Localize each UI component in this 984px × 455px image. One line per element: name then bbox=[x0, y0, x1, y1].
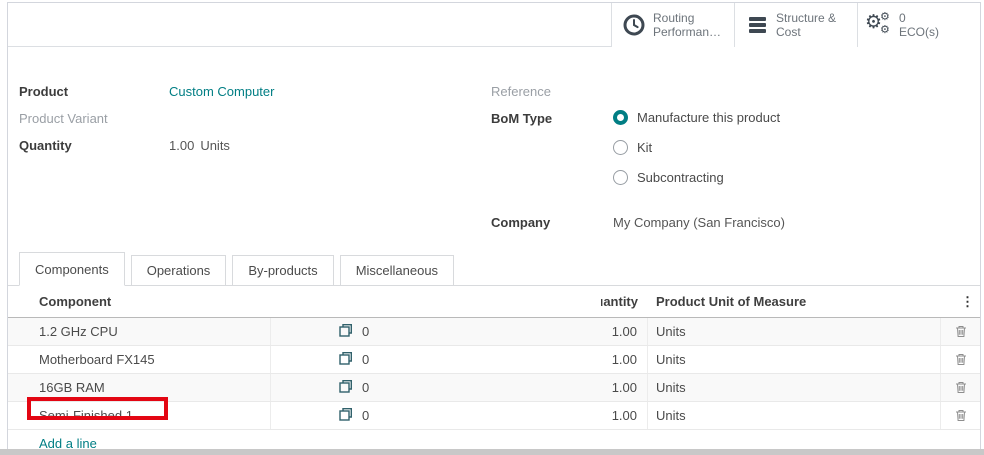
company-value[interactable]: My Company (San Francisco) bbox=[613, 214, 785, 230]
component-name-cell[interactable]: Semi-Finished 1 bbox=[8, 402, 271, 429]
bom-form-window: RoutingPerforman… Structure &Cost ⚙⚙⚙ 0E… bbox=[7, 2, 981, 449]
form-right-column: Reference BoM Type Manufacture this prod… bbox=[491, 83, 961, 241]
company-field-row: Company My Company (San Francisco) bbox=[491, 214, 961, 241]
forecast-report-icon bbox=[339, 407, 353, 424]
radio-selected-icon bbox=[613, 110, 628, 125]
component-name-cell[interactable]: 1.2 GHz CPU bbox=[8, 318, 271, 345]
forecast-cell[interactable]: 0 bbox=[271, 318, 601, 345]
forecast-cell[interactable]: 0 bbox=[271, 402, 601, 429]
stat-button-bar: RoutingPerforman… Structure &Cost ⚙⚙⚙ 0E… bbox=[8, 3, 980, 47]
table-row: Motherboard FX145 0 1.00 Units bbox=[8, 346, 980, 374]
product-value-link[interactable]: Custom Computer bbox=[169, 83, 274, 99]
clock-icon bbox=[620, 13, 648, 37]
quantity-unit: Units bbox=[200, 138, 230, 153]
bom-type-radio-group: Manufacture this product Kit Subcontract… bbox=[613, 110, 780, 200]
quantity-value[interactable]: 1.00Units bbox=[169, 137, 230, 153]
notebook-tabs: Components Operations By-products Miscel… bbox=[8, 252, 980, 286]
form-left-column: Product Custom Computer Product Variant … bbox=[19, 83, 459, 164]
forecast-cell[interactable]: 0 bbox=[271, 346, 601, 373]
bottom-edge-bar bbox=[0, 449, 984, 455]
radio-kit[interactable]: Kit bbox=[613, 140, 780, 155]
components-table: Component Quantity Product Unit of Measu… bbox=[8, 286, 980, 455]
column-options-icon[interactable]: ⋮ bbox=[961, 297, 974, 307]
delete-row-button[interactable] bbox=[941, 318, 981, 345]
uom-cell[interactable]: Units bbox=[648, 318, 941, 345]
bom-type-field-row: BoM Type Manufacture this product Kit Su… bbox=[491, 110, 961, 200]
tab-components[interactable]: Components bbox=[19, 252, 125, 286]
delete-row-button[interactable] bbox=[941, 346, 981, 373]
radio-subcontracting[interactable]: Subcontracting bbox=[613, 170, 780, 185]
uom-cell[interactable]: Units bbox=[648, 346, 941, 373]
header-forecast bbox=[271, 286, 601, 317]
stat-button-label: 0ECO(s) bbox=[899, 11, 939, 39]
header-options: ⋮ bbox=[941, 286, 981, 317]
header-uom[interactable]: Product Unit of Measure bbox=[648, 286, 941, 317]
component-name-cell[interactable]: Motherboard FX145 bbox=[8, 346, 271, 373]
product-variant-field-row: Product Variant bbox=[19, 110, 459, 137]
tab-by-products[interactable]: By-products bbox=[232, 255, 333, 285]
radio-manufacture-this-product[interactable]: Manufacture this product bbox=[613, 110, 780, 125]
table-row: 1.2 GHz CPU 0 1.00 Units bbox=[8, 318, 980, 346]
product-variant-label: Product Variant bbox=[19, 110, 169, 126]
forecast-report-icon bbox=[339, 323, 353, 340]
header-component[interactable]: Component bbox=[8, 286, 271, 317]
forecast-report-icon bbox=[339, 351, 353, 368]
header-quantity[interactable]: Quantity bbox=[601, 286, 648, 317]
quantity-field-row: Quantity 1.00Units bbox=[19, 137, 459, 164]
delete-row-button[interactable] bbox=[941, 374, 981, 401]
component-name-cell[interactable]: 16GB RAM bbox=[8, 374, 271, 401]
structure-cost-button[interactable]: Structure &Cost bbox=[734, 3, 857, 47]
radio-unselected-icon bbox=[613, 170, 628, 185]
uom-cell[interactable]: Units bbox=[648, 402, 941, 429]
quantity-cell[interactable]: 1.00 bbox=[601, 346, 648, 373]
stat-button-label: Structure &Cost bbox=[776, 11, 836, 39]
quantity-label: Quantity bbox=[19, 137, 169, 153]
tab-miscellaneous[interactable]: Miscellaneous bbox=[340, 255, 454, 285]
reference-label: Reference bbox=[491, 83, 613, 99]
gears-icon: ⚙⚙⚙ bbox=[866, 12, 894, 38]
product-field-row: Product Custom Computer bbox=[19, 83, 459, 110]
quantity-cell[interactable]: 1.00 bbox=[601, 318, 648, 345]
delete-row-button[interactable] bbox=[941, 402, 981, 429]
forecast-report-icon bbox=[339, 379, 353, 396]
routing-performance-button[interactable]: RoutingPerforman… bbox=[611, 3, 734, 47]
bars-icon bbox=[743, 15, 771, 36]
product-label: Product bbox=[19, 83, 169, 99]
eco-count-button[interactable]: ⚙⚙⚙ 0ECO(s) bbox=[857, 3, 980, 47]
radio-unselected-icon bbox=[613, 140, 628, 155]
uom-cell[interactable]: Units bbox=[648, 374, 941, 401]
table-row: 16GB RAM 0 1.00 Units bbox=[8, 374, 980, 402]
bom-type-label: BoM Type bbox=[491, 110, 613, 126]
table-header-row: Component Quantity Product Unit of Measu… bbox=[8, 286, 980, 318]
quantity-cell[interactable]: 1.00 bbox=[601, 374, 648, 401]
stat-button-label: RoutingPerforman… bbox=[653, 11, 721, 39]
company-label: Company bbox=[491, 214, 613, 230]
quantity-cell[interactable]: 1.00 bbox=[601, 402, 648, 429]
table-row-highlighted: Semi-Finished 1 0 1.00 Units bbox=[8, 402, 980, 430]
reference-field-row: Reference bbox=[491, 83, 961, 110]
forecast-cell[interactable]: 0 bbox=[271, 374, 601, 401]
tab-operations[interactable]: Operations bbox=[131, 255, 227, 285]
